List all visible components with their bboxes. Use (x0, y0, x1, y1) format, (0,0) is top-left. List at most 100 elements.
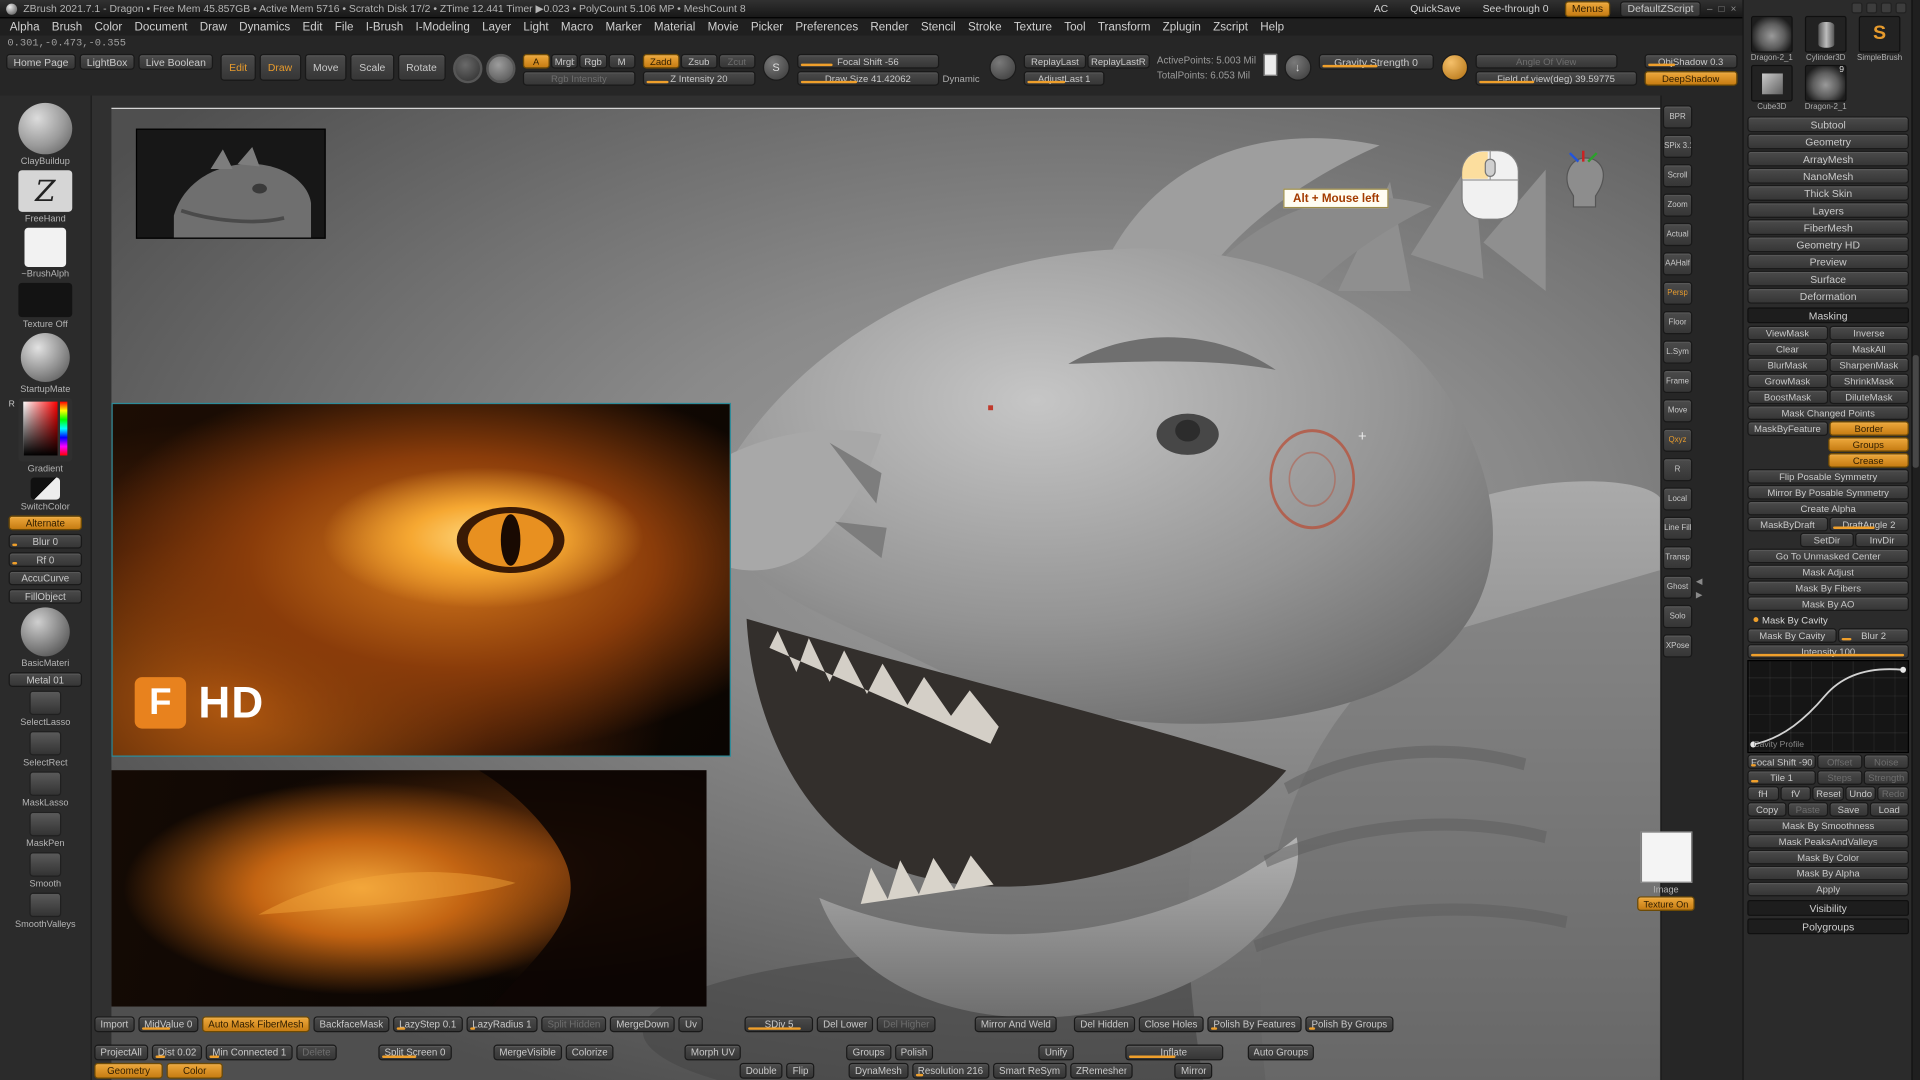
maximize-icon[interactable]: □ (1719, 3, 1725, 14)
btn-lazystep-0-1[interactable]: LazyStep 0.1 (393, 1016, 462, 1032)
dock-item-smooth[interactable]: Smooth (29, 852, 61, 889)
btn-polish[interactable]: Polish (894, 1044, 933, 1060)
close-icon[interactable]: × (1731, 3, 1737, 14)
stencil-thumb[interactable] (1263, 54, 1276, 76)
btn-field-of-view-deg-39-59775[interactable]: Field of view(deg) 39.59775 (1475, 71, 1637, 86)
menu-item-texture[interactable]: Texture (1008, 19, 1058, 35)
btn-l-sym[interactable]: L.Sym (1663, 340, 1692, 363)
btn-move[interactable]: Move (304, 54, 347, 81)
btn-mergevisible[interactable]: MergeVisible (493, 1044, 562, 1060)
btn-thick-skin[interactable]: Thick Skin (1747, 185, 1909, 201)
menu-item-zscript[interactable]: Zscript (1207, 19, 1254, 35)
menu-item-marker[interactable]: Marker (599, 19, 647, 35)
btn-colorize[interactable]: Colorize (566, 1044, 614, 1060)
menu-item-macro[interactable]: Macro (555, 19, 600, 35)
btn-sdiv-5[interactable]: SDiv 5 (745, 1016, 814, 1032)
btn-zcut[interactable]: Zcut (718, 54, 755, 69)
btn-maskall[interactable]: MaskAll (1829, 342, 1909, 357)
btn-auto-groups[interactable]: Auto Groups (1247, 1044, 1314, 1060)
btn-invdir[interactable]: InvDir (1855, 533, 1909, 548)
btn-smart-resym[interactable]: Smart ReSym (993, 1063, 1066, 1079)
btn-replaylastrel[interactable]: ReplayLastRel (1087, 54, 1149, 69)
btn-fv[interactable]: fV (1780, 786, 1811, 801)
menu-item-picker[interactable]: Picker (745, 19, 790, 35)
btn-create-alpha[interactable]: Create Alpha (1747, 501, 1909, 516)
dock-item-metal-01[interactable]: Metal 01 (9, 672, 82, 687)
btn-fh[interactable]: fH (1747, 786, 1778, 801)
collapse-right-icon[interactable]: ▶ (1696, 590, 1743, 600)
btn-edit[interactable]: Edit (221, 54, 256, 81)
btn-r[interactable]: R (1663, 458, 1692, 481)
stroke-mini-icon[interactable] (1866, 2, 1877, 13)
btn-rgb-intensity[interactable]: Rgb Intensity (523, 71, 636, 86)
btn-spix-3-1[interactable]: SPix 3.1 (1663, 135, 1692, 158)
btn-mirror[interactable]: Mirror (1175, 1063, 1213, 1079)
menu-item-alpha[interactable]: Alpha (4, 19, 46, 35)
dock-item-brushalph[interactable]: ~BrushAlph (21, 228, 69, 279)
material-mini-icon[interactable] (1896, 2, 1907, 13)
btn-apply[interactable]: Apply (1747, 882, 1909, 897)
btn-alternate[interactable]: Alternate (9, 516, 82, 531)
menu-item-zplugin[interactable]: Zplugin (1157, 19, 1207, 35)
btn-lazyradius-1[interactable]: LazyRadius 1 (466, 1016, 538, 1032)
menu-item-ac[interactable]: AC (1368, 1, 1395, 17)
menu-item-stencil[interactable]: Stencil (915, 19, 962, 35)
btn-save[interactable]: Save (1829, 802, 1868, 817)
btn-resolution-216[interactable]: Resolution 216 (912, 1063, 990, 1079)
btn-draw[interactable]: Draw (259, 54, 300, 81)
dock-item-rf-0[interactable]: Rf 0 (9, 552, 82, 567)
texture-thumbnail[interactable] (1640, 831, 1691, 882)
btn-subtool[interactable]: Subtool (1747, 116, 1909, 132)
btn-rgb[interactable]: Rgb (579, 54, 606, 69)
alpha-thumbnail-icon[interactable] (24, 228, 66, 267)
btn-undo[interactable]: Undo (1845, 786, 1876, 801)
menu-item-file[interactable]: File (329, 19, 360, 35)
btn-rotate[interactable]: Rotate (398, 54, 446, 81)
tool-thumbnail-icon[interactable] (29, 893, 61, 917)
menu-item-brush[interactable]: Brush (46, 19, 89, 35)
scrollbar-thumb[interactable] (1913, 355, 1919, 468)
dock-item-selectrect[interactable]: SelectRect (23, 731, 67, 768)
btn-zsub[interactable]: Zsub (681, 54, 718, 69)
cube-icon[interactable] (1751, 65, 1793, 102)
dock-item-switchcolor[interactable]: SwitchColor (21, 478, 70, 512)
clay-thumbnail-icon[interactable] (18, 103, 72, 154)
btn-menus[interactable]: Menus (1564, 1, 1610, 17)
dock-item-basicmateri[interactable]: BasicMateri (21, 607, 70, 668)
dragon-icon[interactable]: 9 (1805, 65, 1847, 102)
btn-crease[interactable]: Crease (1828, 453, 1909, 468)
btn-mergedown[interactable]: MergeDown (610, 1016, 675, 1032)
btn-rf-0[interactable]: Rf 0 (9, 552, 82, 567)
menu-item-render[interactable]: Render (864, 19, 914, 35)
stroke-icon[interactable]: S (763, 54, 790, 81)
menu-item-transform[interactable]: Transform (1092, 19, 1157, 35)
btn-mask-by-alpha[interactable]: Mask By Alpha (1747, 866, 1909, 881)
menu-item-color[interactable]: Color (88, 19, 128, 35)
sphere-thumbnail-icon[interactable] (21, 333, 70, 382)
btn-geometry[interactable]: Geometry (1747, 133, 1909, 149)
tool-thumb-cylinder3d[interactable]: Cylinder3D (1801, 16, 1850, 63)
btn-groups[interactable]: Groups (846, 1044, 890, 1060)
minimize-icon[interactable]: – (1707, 3, 1712, 14)
btn-qxyz[interactable]: Qxyz (1663, 429, 1692, 452)
btn-fibermesh[interactable]: FiberMesh (1747, 219, 1909, 235)
btn-dist-0-02[interactable]: Dist 0.02 (152, 1044, 203, 1060)
btn-local[interactable]: Local (1663, 487, 1692, 510)
btn-dynamesh[interactable]: DynaMesh (849, 1063, 908, 1079)
dock-item-alternate[interactable]: Alternate (9, 516, 82, 531)
btn-tile-1[interactable]: Tile 1 (1747, 770, 1815, 785)
stroke-type-icon[interactable] (989, 54, 1016, 81)
tool-thumb-cube3d[interactable]: Cube3D (1747, 65, 1796, 112)
btn-load[interactable]: Load (1869, 802, 1908, 817)
btn-arraymesh[interactable]: ArrayMesh (1747, 151, 1909, 167)
btn-shrinkmask[interactable]: ShrinkMask (1829, 373, 1909, 388)
btn-mask-adjust[interactable]: Mask Adjust (1747, 564, 1909, 579)
btn-border[interactable]: Border (1829, 421, 1909, 436)
tool-thumb-dragon-2-1[interactable]: 9Dragon-2_1 (1801, 65, 1850, 112)
btn-del-hidden[interactable]: Del Hidden (1074, 1016, 1135, 1032)
menu-item-tool[interactable]: Tool (1058, 19, 1092, 35)
collapse-left-icon[interactable]: ◀ (1696, 576, 1743, 586)
btn-flip[interactable]: Flip (787, 1063, 815, 1079)
btn-morph-uv[interactable]: Morph UV (685, 1044, 741, 1060)
btn-boostmask[interactable]: BoostMask (1747, 389, 1827, 404)
